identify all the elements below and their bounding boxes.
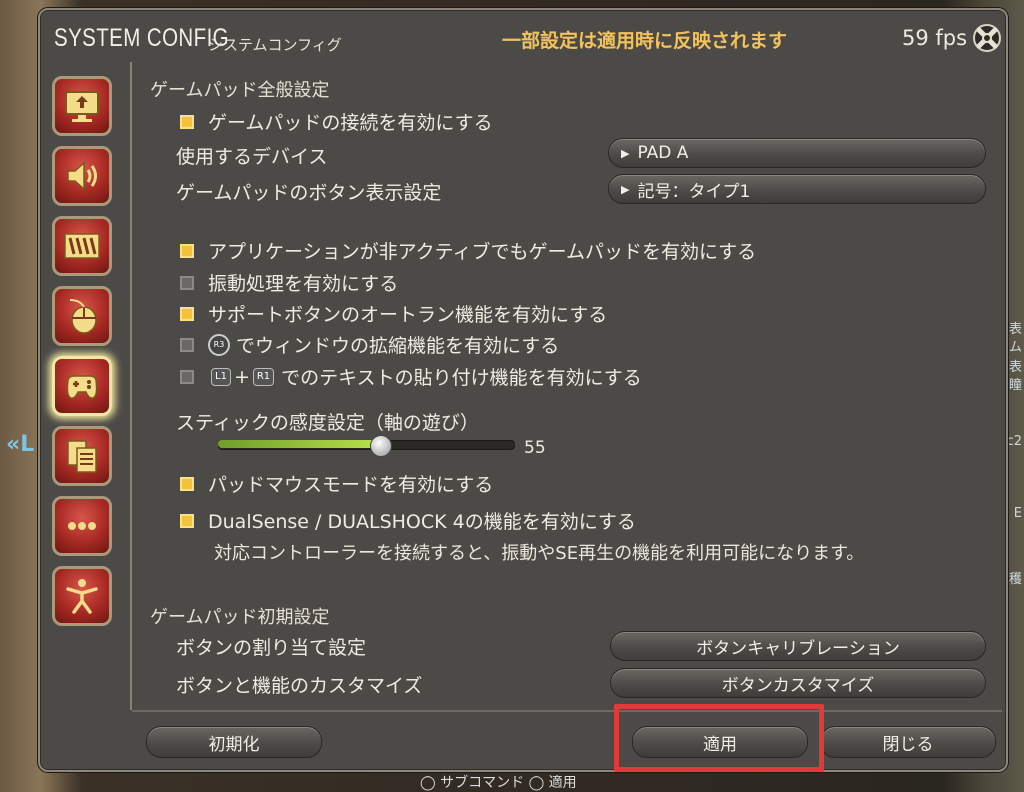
- close-button[interactable]: 閉じる: [820, 726, 996, 758]
- stick-sensitivity-value: 55: [524, 438, 546, 458]
- option-label: 振動処理を有効にする: [208, 273, 399, 295]
- device-label: 使用するデバイス: [176, 146, 328, 168]
- button-customize-button[interactable]: ボタンカスタマイズ: [610, 668, 986, 698]
- background-fragment: 表: [1008, 360, 1022, 375]
- option-dualsense[interactable]: DualSense / DUALSHOCK 4の機能を有効にする: [180, 507, 636, 534]
- checkbox[interactable]: [180, 243, 194, 258]
- option-label: サポートボタンのオートラン機能を有効にする: [208, 304, 608, 326]
- background-fragment: 穫: [1008, 572, 1022, 587]
- dots-icon: [68, 522, 96, 530]
- stick-sensitivity-slider-fill: [218, 440, 381, 448]
- checkbox[interactable]: [180, 275, 194, 290]
- button-assign-label: ボタンの割り当て設定: [176, 637, 367, 659]
- device-dropdown[interactable]: ▶ PAD A: [608, 138, 986, 168]
- accessibility-icon: [66, 579, 98, 614]
- option-vibration[interactable]: 振動処理を有効にする: [180, 269, 398, 296]
- dualsense-note: 対応コントローラーを接続すると、振動やSE再生の機能を利用可能になります。: [214, 543, 865, 564]
- category-more-button[interactable]: [52, 496, 112, 556]
- checkbox[interactable]: [180, 476, 194, 491]
- monitor-icon: [65, 91, 99, 122]
- r3-button-icon: R3: [208, 333, 230, 356]
- category-mouse-button[interactable]: [52, 286, 112, 346]
- option-inactive-enable[interactable]: アプリケーションが非アクティブでもゲームパッドを有効にする: [180, 237, 756, 264]
- system-config-window: SYSTEM CONFIG システムコンフィグ 一部設定は適用時に反映されます …: [38, 8, 1008, 772]
- reset-button[interactable]: 初期化: [146, 726, 322, 758]
- option-label: DualSense / DUALSHOCK 4の機能を有効にする: [208, 511, 636, 533]
- section-heading: ゲームパッド初期設定: [150, 607, 330, 628]
- option-support-autorun[interactable]: サポートボタンのオートラン機能を有効にする: [180, 300, 607, 327]
- option-pad-mouse[interactable]: パッドマウスモードを有効にする: [180, 470, 493, 497]
- button-display-label: ゲームパッドのボタン表示設定: [176, 182, 442, 204]
- checkbox[interactable]: [180, 337, 194, 352]
- category-gamepad-button[interactable]: [52, 356, 112, 416]
- panels-icon: [64, 233, 100, 259]
- background-bottom-text: ◯ サブコマンド ◯ 適用: [420, 775, 577, 791]
- customize-label: ボタンと機能のカスタマイズ: [176, 675, 423, 697]
- checkbox[interactable]: [180, 369, 194, 384]
- sidebar-divider: [130, 62, 132, 710]
- stick-sensitivity-slider-knob[interactable]: [370, 435, 393, 457]
- background-fragment: 瞳: [1008, 378, 1022, 393]
- checkbox[interactable]: [180, 513, 194, 528]
- mouse-icon: [69, 299, 97, 334]
- category-ui-button[interactable]: [52, 216, 112, 276]
- category-accessibility-button[interactable]: [52, 566, 112, 626]
- plus-sign: +: [233, 365, 250, 388]
- option-label: でウィンドウの拡縮機能を有効にする: [236, 335, 560, 357]
- footer-divider: [132, 710, 1002, 712]
- option-enable-connection[interactable]: ゲームパッドの接続を有効にする: [180, 108, 493, 135]
- option-label: ゲームパッドの接続を有効にする: [208, 112, 493, 134]
- settings-content: ゲームパッド全般設定 ゲームパッドの接続を有効にする 使用するデバイス ▶ PA…: [148, 10, 998, 710]
- dropdown-arrow-icon: ▶: [621, 182, 630, 196]
- r1-button-icon: R1: [252, 367, 275, 386]
- stick-sensitivity-label: スティックの感度設定（軸の遊び）: [176, 412, 479, 434]
- apply-highlight-box: [614, 704, 824, 772]
- dropdown-value: 記号：タイプ1: [637, 181, 751, 202]
- background-fragment: ム: [1008, 340, 1022, 355]
- category-other-button[interactable]: [52, 426, 112, 486]
- checkbox[interactable]: [180, 306, 194, 321]
- option-label: でのテキストの貼り付け機能を有効にする: [281, 367, 642, 389]
- l1-button-icon: L1: [211, 367, 231, 386]
- background-left-text: «L: [6, 432, 35, 457]
- category-sidebar: [48, 62, 130, 762]
- dropdown-value: PAD A: [637, 143, 689, 163]
- background-fragment: 表: [1008, 322, 1022, 337]
- checkbox[interactable]: [180, 114, 194, 129]
- gamepad-icon: [66, 375, 98, 399]
- background-fragment: E: [1013, 506, 1022, 521]
- category-display-button[interactable]: [52, 76, 112, 136]
- option-label: アプリケーションが非アクティブでもゲームパッドを有効にする: [208, 241, 757, 263]
- option-text-paste[interactable]: L1 + R1 でのテキストの貼り付け機能を有効にする: [180, 363, 642, 390]
- button-calibration-button[interactable]: ボタンキャリブレーション: [610, 631, 986, 661]
- speaker-icon: [67, 161, 97, 191]
- button-display-dropdown[interactable]: ▶ 記号：タイプ1: [608, 174, 986, 204]
- option-r3-window[interactable]: R3 でウィンドウの拡縮機能を有効にする: [180, 331, 559, 358]
- section-heading: ゲームパッド全般設定: [150, 80, 330, 101]
- documents-icon: [67, 440, 97, 473]
- dropdown-arrow-icon: ▶: [621, 146, 630, 160]
- category-sound-button[interactable]: [52, 146, 112, 206]
- background-fragment: c2: [1006, 434, 1022, 449]
- option-label: パッドマウスモードを有効にする: [208, 474, 494, 496]
